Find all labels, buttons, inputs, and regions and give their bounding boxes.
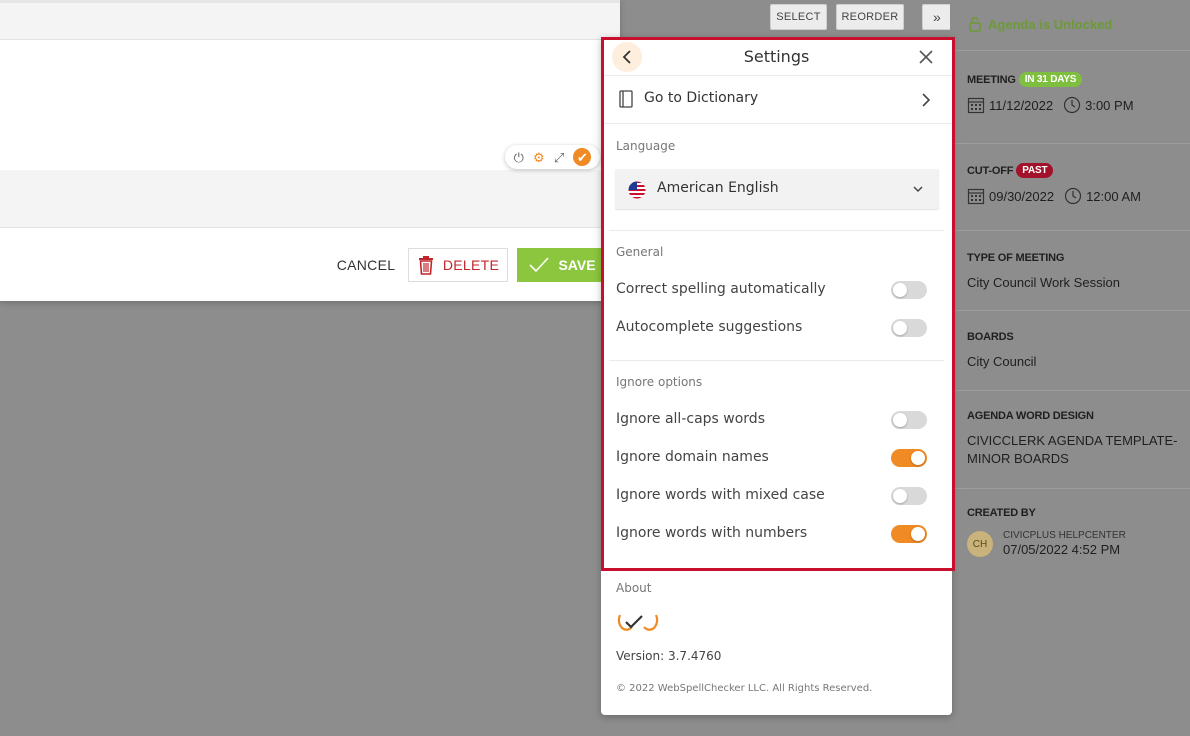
version-text: Version: 3.7.4760 (616, 649, 722, 663)
us-flag-icon (628, 181, 646, 199)
save-label: SAVE (558, 257, 596, 273)
type-of-meeting-label: TYPE OF MEETING (967, 252, 1065, 264)
cutoff-time: 12:00 AM (1086, 188, 1142, 204)
divider (952, 143, 1190, 144)
go-to-dictionary-label: Go to Dictionary (644, 90, 759, 106)
ignore-numbers-toggle[interactable] (891, 525, 927, 543)
reorder-button[interactable]: REORDER (836, 4, 904, 30)
meeting-label: MEETING IN 31 DAYS (967, 72, 1083, 87)
check-icon[interactable]: ✔ (573, 148, 592, 166)
select-button[interactable]: SELECT (770, 4, 827, 30)
close-button[interactable] (915, 46, 937, 68)
language-section-title: Language (616, 139, 676, 153)
trash-icon (418, 256, 433, 275)
settings-title: Settings (743, 47, 810, 66)
book-icon (619, 90, 633, 108)
boards-label: BOARDS (967, 331, 1014, 343)
close-icon (919, 50, 933, 64)
agenda-word-design-value: CIVICCLERK AGENDA TEMPLATE- (967, 433, 1178, 448)
delete-button[interactable]: DELETE (408, 248, 508, 282)
delete-label: DELETE (442, 257, 500, 273)
ignore-numbers-label: Ignore words with numbers (616, 525, 808, 541)
chevron-right-icon (922, 93, 931, 107)
collapse-panel-button[interactable]: » (922, 4, 952, 30)
editor-toolbar (0, 0, 620, 40)
clock-icon (1064, 96, 1081, 114)
expand-icon[interactable]: ⤢ (554, 151, 564, 164)
ignore-mixed-case-label: Ignore words with mixed case (616, 487, 825, 503)
agenda-word-design-label: AGENDA WORD DESIGN (967, 410, 1094, 422)
clock-icon (1064, 187, 1082, 205)
cutoff-date: 09/30/2022 (989, 188, 1055, 204)
copyright-text: © 2022 WebSpellChecker LLC. All Rights R… (616, 683, 873, 694)
correct-spelling-label: Correct spelling automatically (616, 281, 826, 297)
avatar: CH (967, 531, 993, 557)
general-section-title: General (616, 245, 664, 259)
autocomplete-toggle[interactable] (891, 319, 927, 337)
save-button[interactable]: SAVE (517, 248, 607, 282)
divider (609, 230, 944, 231)
ignore-all-caps-toggle[interactable] (891, 411, 927, 429)
settings-header: Settings (601, 37, 952, 76)
ignore-options-section-title: Ignore options (616, 375, 703, 389)
power-icon[interactable]: ⏻ (514, 151, 524, 164)
chevron-down-icon (913, 186, 923, 193)
ignore-mixed-case-toggle[interactable] (891, 487, 927, 505)
language-select-value: American English (657, 180, 779, 196)
meeting-time: 3:00 PM (1085, 97, 1134, 113)
gear-icon[interactable]: ⚙ (533, 151, 545, 164)
divider (952, 488, 1190, 489)
agenda-status-text: Agenda is Unlocked (988, 16, 1113, 32)
created-by-label: CREATED BY (967, 507, 1036, 519)
checkmark-icon (529, 257, 550, 273)
language-select[interactable]: American English (615, 169, 939, 209)
divider (609, 360, 944, 361)
ignore-domain-names-label: Ignore domain names (616, 449, 769, 465)
creator-name: CIVICPLUS HELPCENTER (1003, 530, 1126, 541)
go-to-dictionary-link[interactable]: Go to Dictionary (601, 76, 952, 124)
cancel-button[interactable]: CANCEL (330, 248, 402, 282)
cutoff-datetime: 09/30/2022 12:00 AM (967, 187, 1141, 205)
ignore-all-caps-label: Ignore all-caps words (616, 411, 765, 427)
editor-footer-area (0, 170, 620, 228)
unlock-icon (969, 16, 981, 32)
correct-spelling-toggle[interactable] (891, 281, 927, 299)
divider (952, 230, 1190, 231)
cutoff-badge: PAST (1016, 163, 1054, 178)
cutoff-label: CUT-OFF PAST (967, 163, 1054, 178)
divider (952, 50, 1190, 51)
meeting-date: 11/12/2022 (989, 97, 1054, 113)
spellcheck-badge: ⏻ ⚙ ⤢ ✔ (505, 145, 600, 169)
boards-value: City Council (967, 354, 1037, 369)
creator-date: 07/05/2022 4:52 PM (1003, 542, 1121, 557)
autocomplete-label: Autocomplete suggestions (616, 319, 803, 335)
calendar-icon (967, 188, 985, 205)
meeting-datetime: 11/12/2022 3:00 PM (967, 96, 1134, 114)
agenda-status: Agenda is Unlocked (968, 16, 1112, 32)
webspellchecker-logo-icon (617, 614, 659, 631)
agenda-word-design-value-2: MINOR BOARDS (967, 451, 1069, 466)
about-section-title: About (616, 581, 652, 595)
calendar-icon (967, 97, 985, 114)
meeting-badge: IN 31 DAYS (1018, 72, 1083, 87)
type-of-meeting-value: City Council Work Session (967, 275, 1120, 290)
ignore-domain-names-toggle[interactable] (891, 449, 927, 467)
editor-dialog: ⏻ ⚙ ⤢ ✔ CANCEL DELETE SAVE (0, 0, 620, 301)
divider (952, 310, 1190, 311)
divider (952, 390, 1190, 391)
settings-panel: Settings Go to Dictionary Language Ameri… (601, 37, 952, 715)
